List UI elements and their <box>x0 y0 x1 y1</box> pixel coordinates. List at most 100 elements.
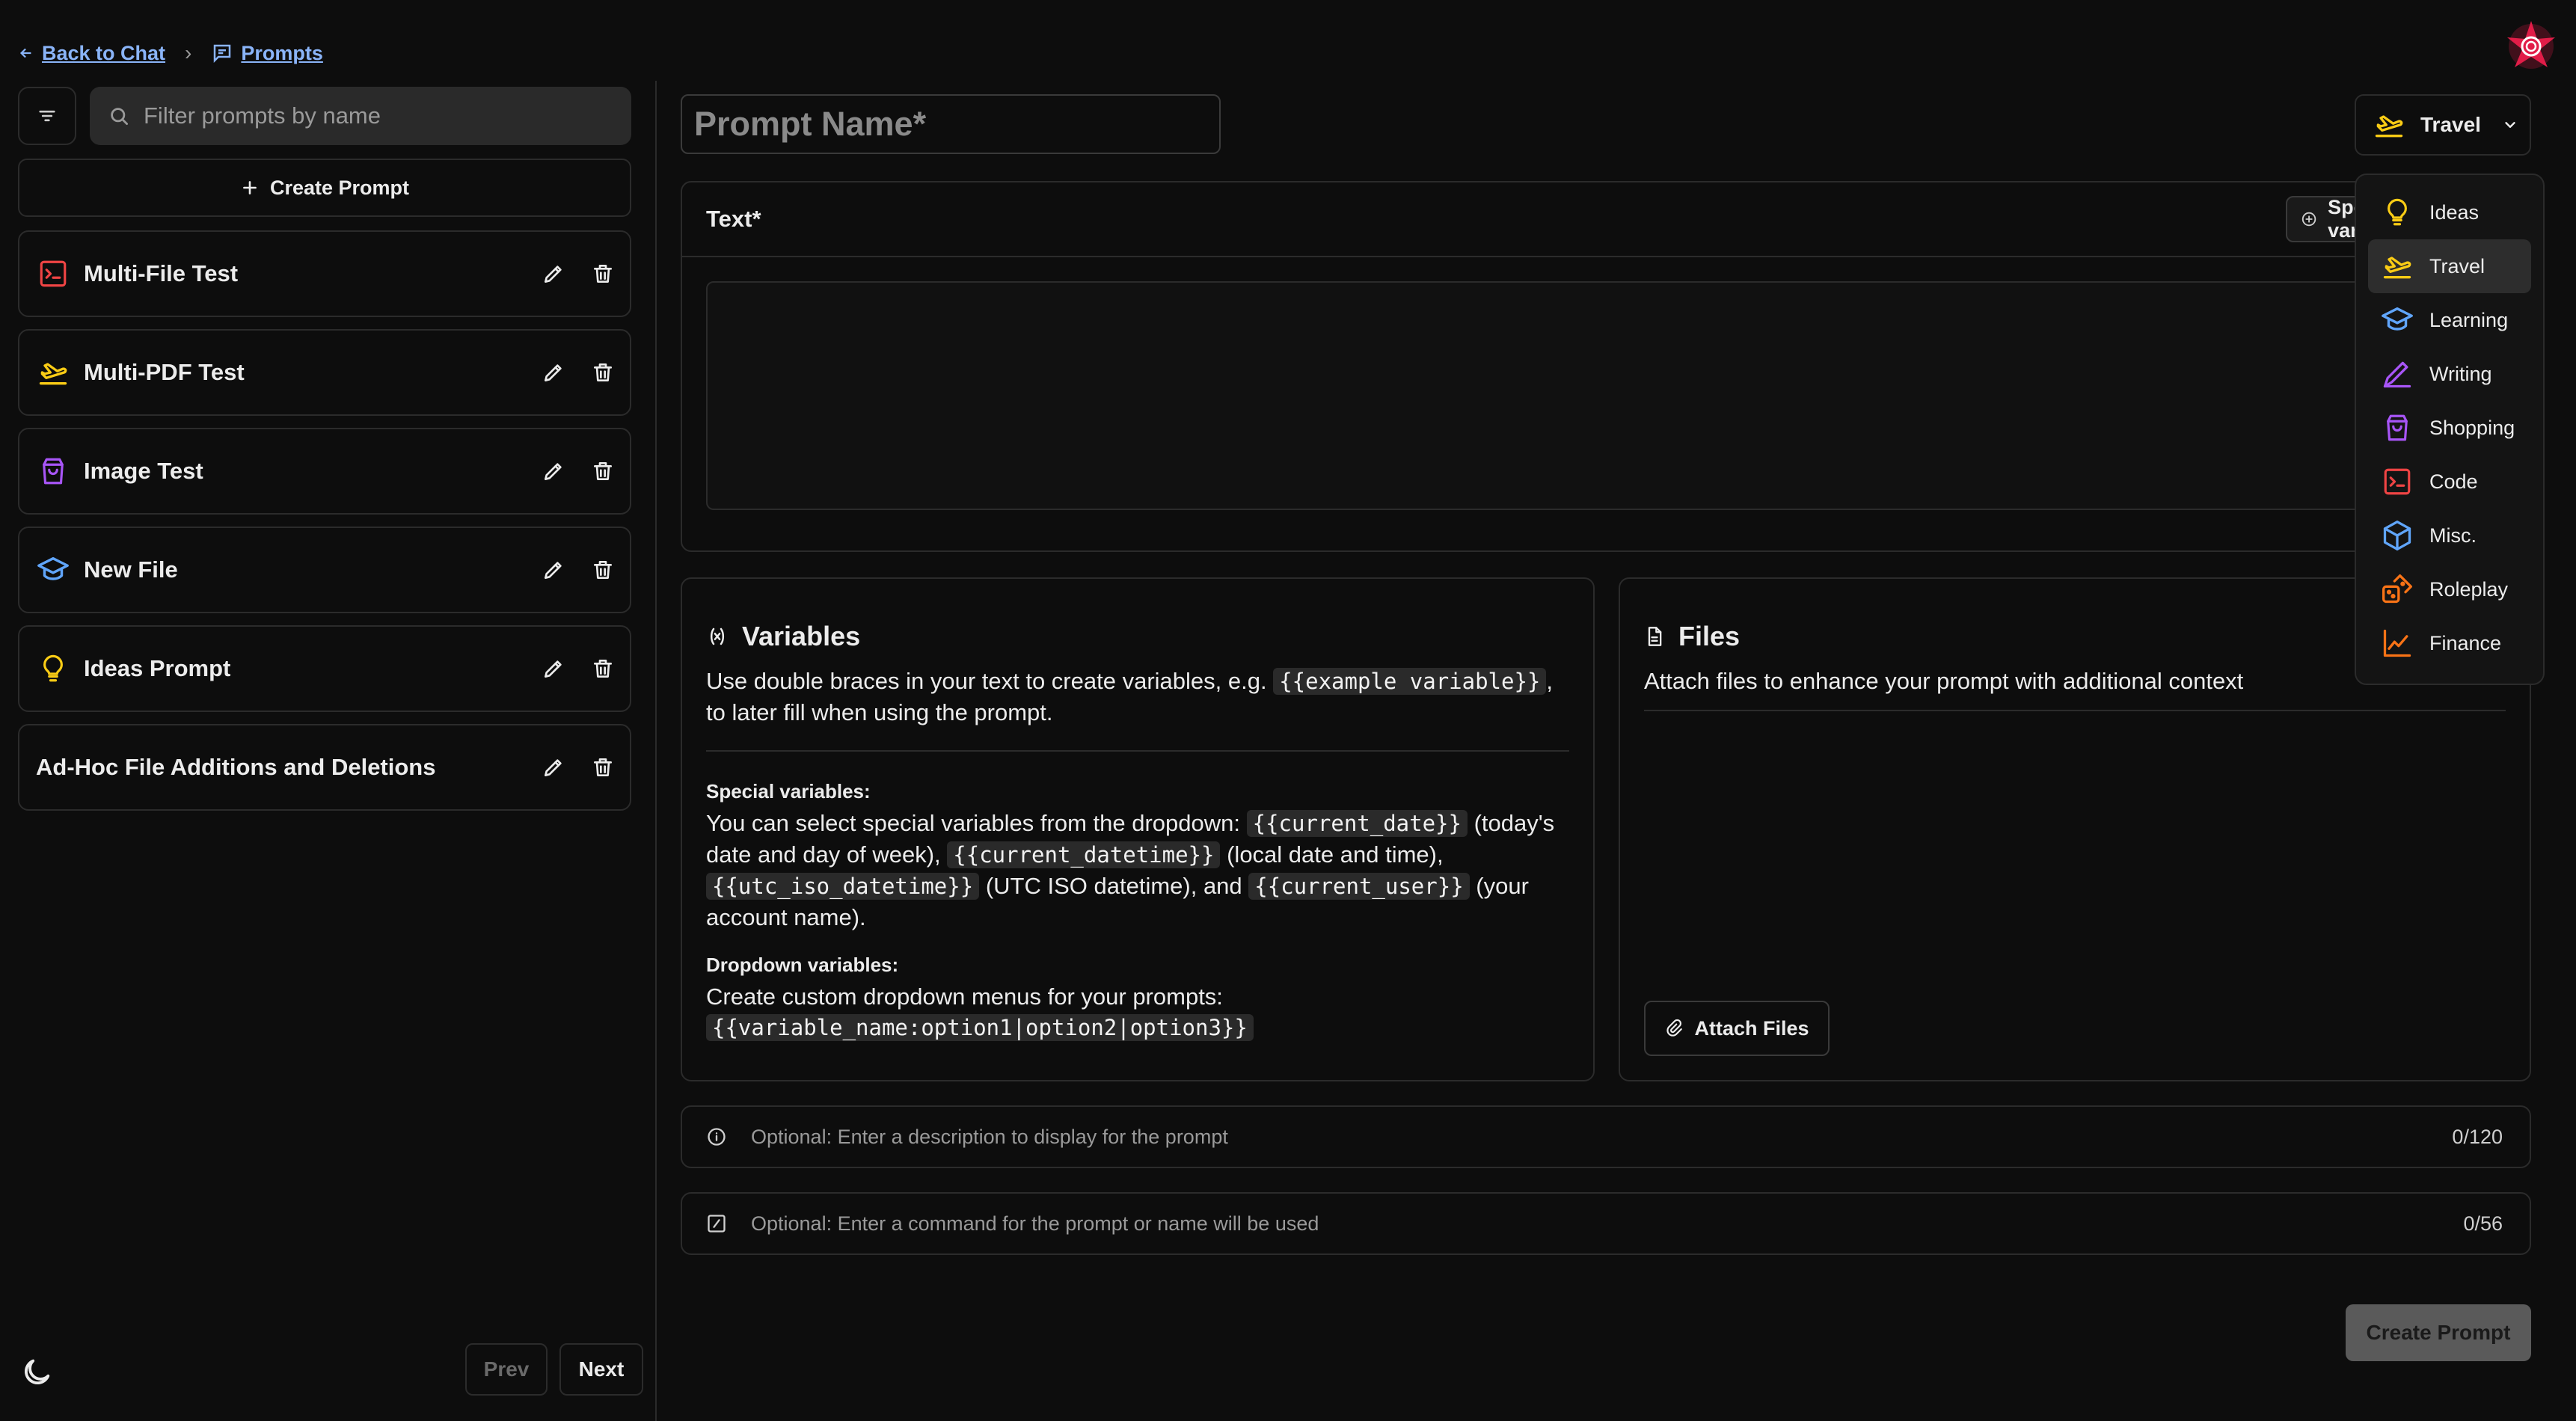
plus-circle-icon <box>2301 212 2316 227</box>
category-option-label: Finance <box>2429 631 2502 654</box>
prompt-item-multi-pdf-test[interactable]: Multi-PDF Test <box>18 329 631 416</box>
category-option-ideas[interactable]: Ideas <box>2368 185 2531 239</box>
shopping-bag-icon <box>36 454 70 488</box>
create-prompt-button[interactable]: Create Prompt <box>2346 1304 2531 1361</box>
edit-pencil-icon[interactable] <box>542 657 565 681</box>
description-input[interactable] <box>751 1125 2453 1149</box>
prompts-link[interactable]: Prompts <box>211 42 323 65</box>
prompt-item-new-file[interactable]: New File <box>18 527 631 613</box>
category-selected-label: Travel <box>2420 113 2481 136</box>
search-icon <box>111 108 128 125</box>
create-prompt-sidebar-button[interactable]: Create Prompt <box>18 159 631 217</box>
back-to-chat-label: Back to Chat <box>42 41 166 64</box>
info-icon <box>708 1128 726 1146</box>
prompt-item-name: Multi-PDF Test <box>84 359 245 385</box>
category-option-label: Misc. <box>2429 524 2477 547</box>
prev-page-button[interactable]: Prev <box>465 1343 548 1396</box>
variable-icon <box>710 627 725 645</box>
category-option-finance[interactable]: Finance <box>2368 616 2531 670</box>
trash-icon[interactable] <box>591 755 615 779</box>
paperclip-icon <box>1666 1019 1683 1037</box>
edit-pencil-icon[interactable] <box>542 360 565 384</box>
command-input[interactable] <box>751 1212 2464 1236</box>
file-icon <box>1648 627 1662 646</box>
sidebar-divider <box>655 81 657 1421</box>
prompt-item-actions <box>542 331 615 414</box>
description-field: 0/120 <box>681 1105 2531 1168</box>
category-option-roleplay[interactable]: Roleplay <box>2368 562 2531 616</box>
filter-lines-icon <box>39 110 55 122</box>
special-variables-text: You can select special variables from th… <box>706 808 1569 933</box>
special-text-1: You can select special variables from th… <box>706 810 1240 836</box>
graduation-cap-icon <box>36 553 70 587</box>
current-datetime-token: {{current_datetime}} <box>947 841 1221 868</box>
plane-icon <box>2375 115 2403 138</box>
utc-iso-datetime-token: {{utc_iso_datetime}} <box>706 873 980 900</box>
app-logo-icon[interactable] <box>2501 16 2561 76</box>
attach-files-label: Attach Files <box>1694 1016 1809 1040</box>
special-text-3: (local date and time), <box>1227 841 1444 868</box>
category-option-learning[interactable]: Learning <box>2368 293 2531 347</box>
lightbulb-icon <box>2380 195 2414 230</box>
command-square-icon <box>708 1215 726 1233</box>
next-page-button[interactable]: Next <box>559 1343 643 1396</box>
variables-title: Variables <box>706 621 1569 652</box>
text-panel-header: Text* <box>682 182 2530 257</box>
breadcrumb: Back to Chat › Prompts <box>18 37 323 69</box>
example-variable-token: {{example variable}} <box>1273 668 1547 695</box>
prompts-label: Prompts <box>241 41 323 64</box>
pagination: Prev Next <box>465 1343 643 1396</box>
prompt-item-ad-hoc-file-additions[interactable]: Ad-Hoc File Additions and Deletions <box>18 724 631 811</box>
trash-icon[interactable] <box>591 459 615 483</box>
files-divider <box>1644 710 2506 711</box>
dropdown-text: Create custom dropdown menus for your pr… <box>706 983 1223 1010</box>
prompt-item-image-test[interactable]: Image Test <box>18 428 631 515</box>
category-option-misc[interactable]: Misc. <box>2368 509 2531 562</box>
breadcrumb-separator: › <box>185 41 192 64</box>
edit-pencil-icon[interactable] <box>542 558 565 582</box>
prompt-item-name: Image Test <box>84 458 203 484</box>
prompt-item-name: Multi-File Test <box>84 260 239 286</box>
pen-icon <box>2380 357 2414 391</box>
category-option-writing[interactable]: Writing <box>2368 347 2531 401</box>
category-option-label: Ideas <box>2429 200 2480 224</box>
category-option-shopping[interactable]: Shopping <box>2368 401 2531 455</box>
search-input[interactable] <box>144 102 607 129</box>
special-text-4: (UTC ISO datetime), and <box>985 873 1242 899</box>
dropdown-variables-heading: Dropdown variables: <box>706 954 899 976</box>
prompt-item-actions <box>542 725 615 809</box>
chevron-down-icon <box>2505 122 2515 128</box>
text-panel: Text* Special variables <box>681 181 2531 552</box>
moon-icon[interactable] <box>19 1355 54 1390</box>
plane-icon <box>2380 249 2414 283</box>
prompt-name-input[interactable] <box>681 94 1221 154</box>
text-label: Text* <box>706 206 761 232</box>
category-option-travel[interactable]: Travel <box>2368 239 2531 293</box>
prompt-item-name: New File <box>84 556 178 583</box>
prompt-item-multi-file-test[interactable]: Multi-File Test <box>18 230 631 317</box>
prompt-text-area[interactable] <box>706 281 2509 510</box>
attach-files-button[interactable]: Attach Files <box>1644 1001 1830 1056</box>
dropdown-variables-text: Create custom dropdown menus for your pr… <box>706 981 1569 1043</box>
trash-icon[interactable] <box>591 558 615 582</box>
prompt-item-name: Ad-Hoc File Additions and Deletions <box>36 754 436 780</box>
category-option-label: Writing <box>2429 362 2492 385</box>
back-to-chat-link[interactable]: Back to Chat <box>18 42 165 65</box>
trash-icon[interactable] <box>591 360 615 384</box>
terminal-icon <box>2380 464 2414 499</box>
edit-pencil-icon[interactable] <box>542 459 565 483</box>
trash-icon[interactable] <box>591 657 615 681</box>
trash-icon[interactable] <box>591 262 615 286</box>
graduation-cap-icon <box>2380 303 2414 337</box>
edit-pencil-icon[interactable] <box>542 755 565 779</box>
variables-title-text: Variables <box>742 621 861 651</box>
prompt-item-ideas-prompt[interactable]: Ideas Prompt <box>18 625 631 712</box>
prompt-sidebar: Create Prompt Multi-File Test Multi-PDF … <box>0 81 655 1421</box>
category-select-button[interactable]: Travel <box>2355 94 2531 156</box>
filter-button[interactable] <box>18 87 76 145</box>
edit-pencil-icon[interactable] <box>542 262 565 286</box>
category-option-code[interactable]: Code <box>2368 455 2531 509</box>
search-box <box>90 87 631 145</box>
prompt-item-name: Ideas Prompt <box>84 655 231 681</box>
lightbulb-icon <box>36 651 70 686</box>
